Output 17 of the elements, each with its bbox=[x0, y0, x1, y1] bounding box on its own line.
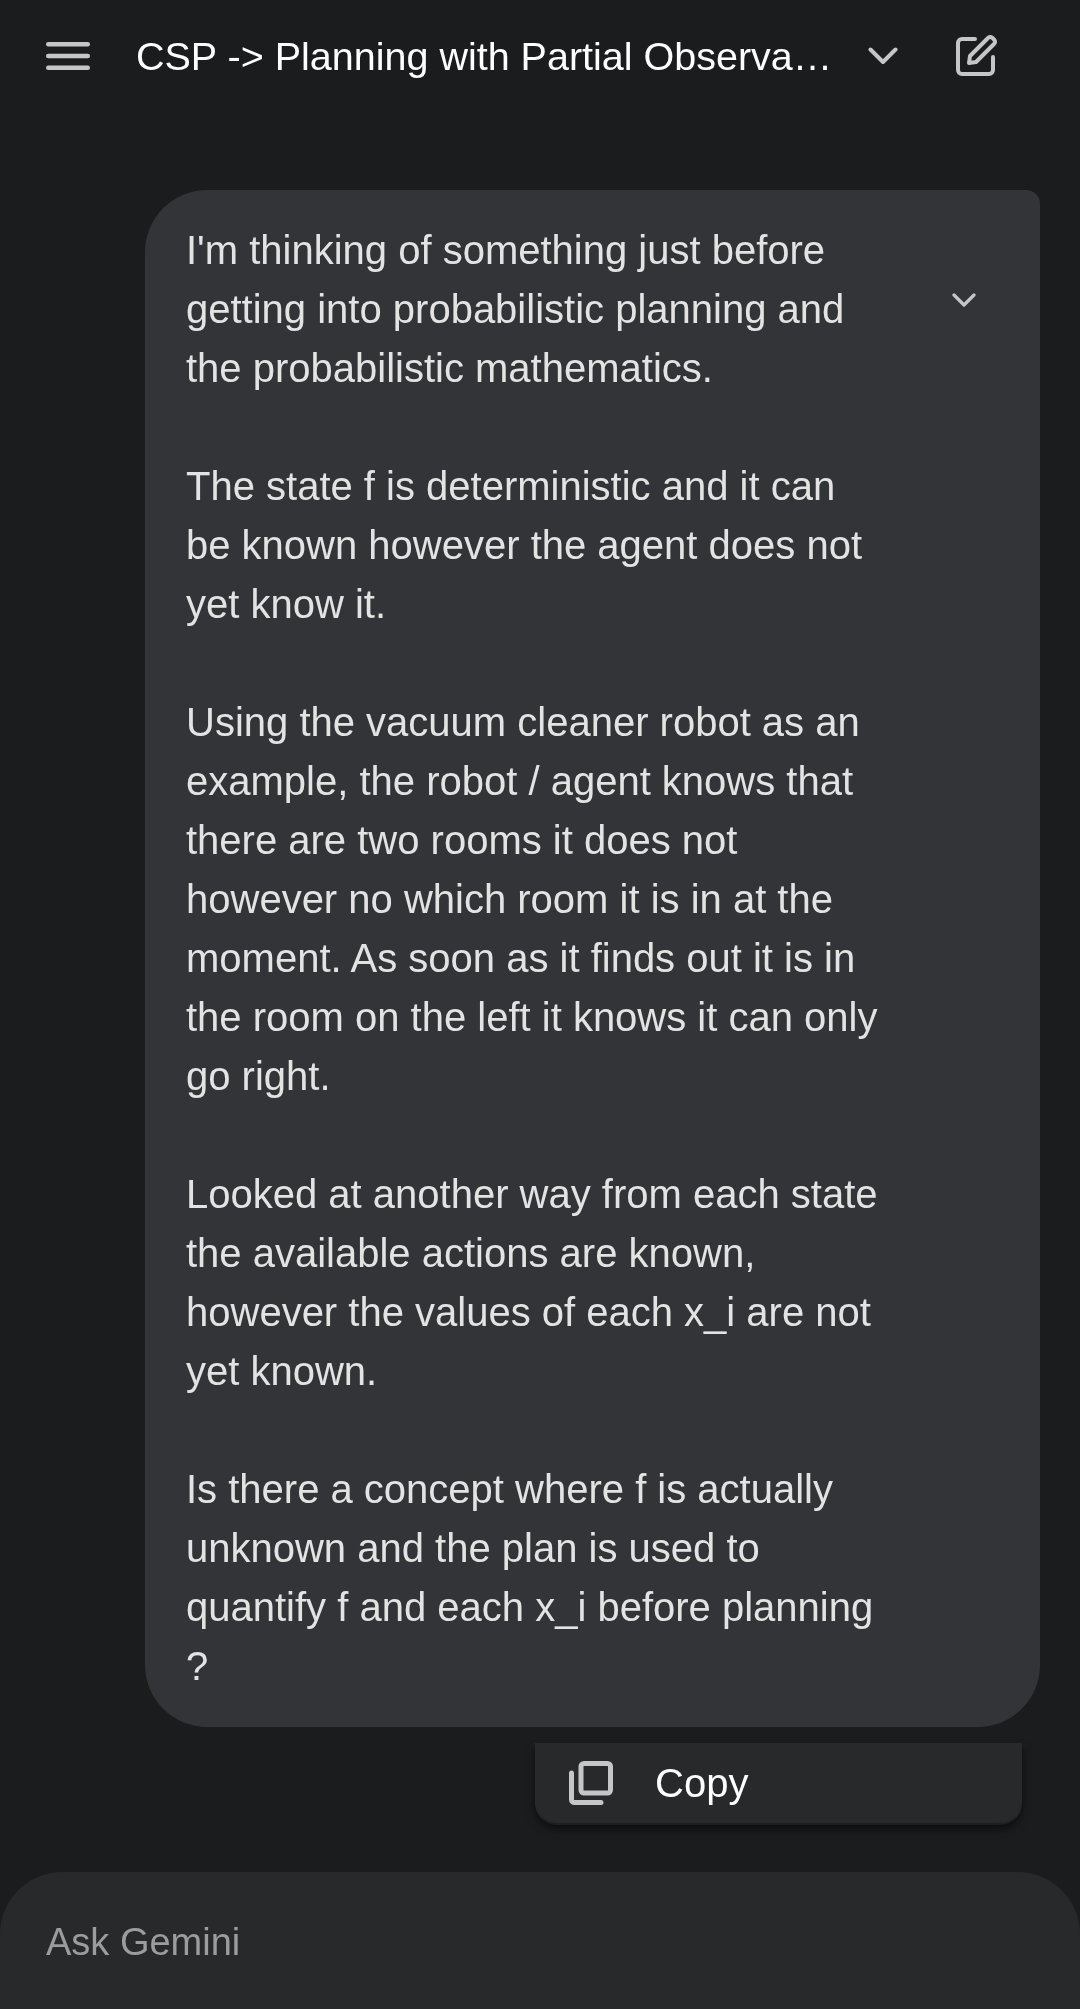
message-paragraph: Looked at another way from each state the available actions are known, however the values of each x_i are not yet known. bbox=[186, 1171, 879, 1395]
expand-button[interactable] bbox=[952, 293, 976, 307]
message-paragraph: Using the vacuum cleaner robot as an example, the robot / agent knows that there are two rooms it does not however no which room it is in at the moment. As soon as it finds out it is in the room on the left it knows it can only go right. bbox=[186, 699, 879, 1100]
menu-button[interactable] bbox=[46, 42, 90, 70]
message-paragraph: Is there a concept where f is actually unknown and the plan is used to quantify f and each x_i before planning ? bbox=[186, 1466, 875, 1690]
message-paragraph: I'm thinking of something just before getting into probabilistic planning and the probabilistic mathematics. bbox=[186, 227, 846, 392]
title-dropdown-button[interactable] bbox=[868, 47, 899, 65]
chevron-down-icon bbox=[868, 47, 899, 65]
menu-icon bbox=[46, 42, 90, 70]
chevron-down-icon bbox=[952, 293, 976, 307]
edit-icon bbox=[955, 35, 998, 77]
chat-title: CSP -> Planning with Partial Observa… bbox=[136, 33, 833, 79]
new-chat-button[interactable] bbox=[955, 35, 998, 77]
message-paragraph: The state f is deterministic and it can be known however the agent does not yet know it. bbox=[186, 463, 864, 628]
ask-input-field[interactable]: Ask Gemini bbox=[0, 1872, 1080, 2009]
copy-menu-item[interactable]: Copy bbox=[569, 1760, 749, 1806]
copy-icon bbox=[569, 1761, 613, 1805]
